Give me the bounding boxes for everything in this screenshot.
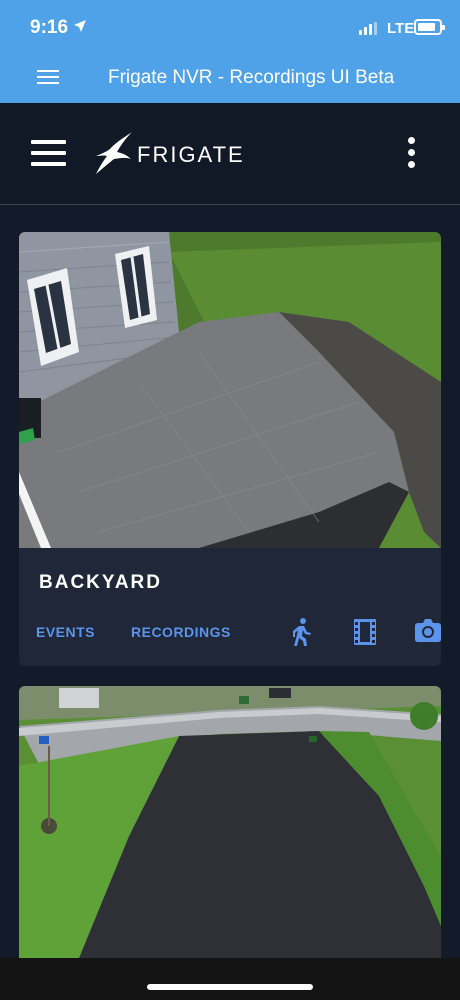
more-vertical-icon[interactable] <box>404 137 418 171</box>
home-indicator-area <box>0 958 460 1000</box>
home-indicator[interactable] <box>147 984 313 990</box>
app-header: FRIGATE <box>0 103 460 205</box>
hamburger-menu-icon[interactable] <box>37 70 59 86</box>
camera-name: BACKYARD <box>39 572 162 593</box>
battery-icon <box>414 19 445 35</box>
frigate-bird-logo-icon <box>96 132 132 174</box>
ios-status-area: 9:16 LTE Frigate NVR - Recordings UI Bet… <box>0 0 460 103</box>
status-time: 9:16 <box>30 17 69 38</box>
app-brand: FRIGATE <box>137 142 245 167</box>
camera-card <box>19 686 441 1000</box>
camera-snapshot[interactable] <box>19 232 441 548</box>
events-link[interactable]: EVENTS <box>36 624 95 640</box>
cellular-signal-icon <box>359 22 377 35</box>
camera-snapshot[interactable] <box>19 686 441 958</box>
hamburger-menu-icon[interactable] <box>31 140 66 166</box>
network-type: LTE <box>387 20 415 37</box>
camera-icon[interactable] <box>415 618 441 642</box>
browser-page-title: Frigate NVR - Recordings UI Beta <box>108 67 395 88</box>
film-strip-icon[interactable] <box>354 619 376 645</box>
person-walking-icon[interactable] <box>290 618 312 646</box>
location-arrow-icon <box>74 20 86 32</box>
camera-card: BACKYARD EVENTS RECORDINGS <box>19 232 441 666</box>
recordings-link[interactable]: RECORDINGS <box>131 624 231 640</box>
